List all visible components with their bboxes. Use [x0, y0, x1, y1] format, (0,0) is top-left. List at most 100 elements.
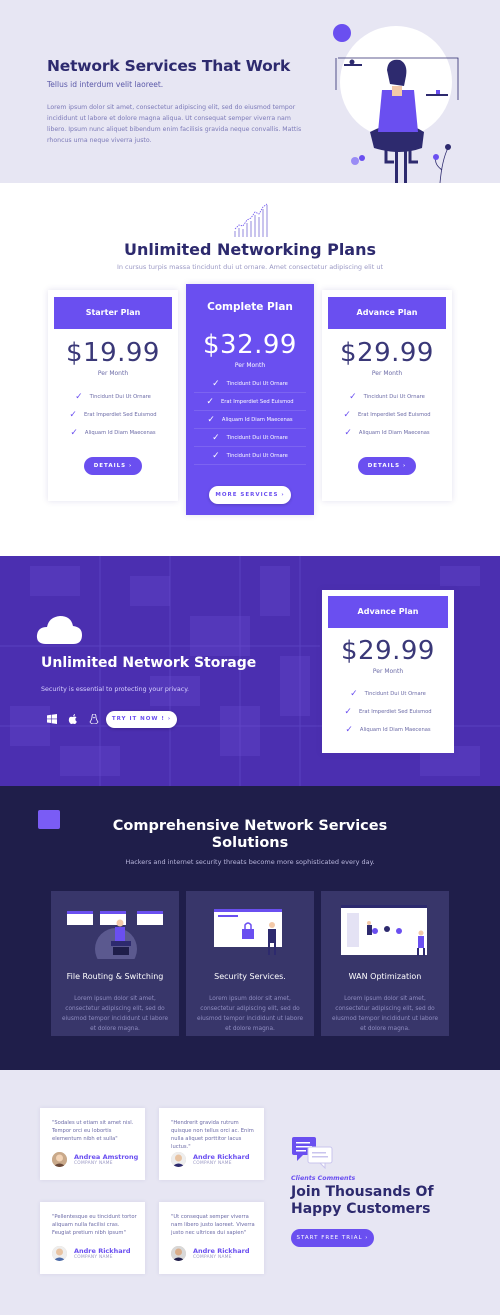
feature-list: ✓ Tincidunt Dui Ut Ornare ✓ Erat Imperdiet… — [48, 388, 178, 442]
chevron-right-icon: › — [365, 1235, 369, 1241]
chat-bubbles-icon — [292, 1137, 333, 1169]
plan-price: $29.99 — [340, 338, 434, 368]
testimonial-card: "Sodales ut etiam sit amet nisl. Tempor … — [40, 1108, 145, 1180]
plan-period: Per Month — [372, 668, 404, 675]
check-icon: ✓ — [212, 432, 220, 443]
check-icon: ✓ — [343, 410, 351, 420]
check-icon: ✓ — [344, 707, 352, 717]
check-icon: ✓ — [212, 450, 220, 461]
plan-price: $29.99 — [341, 636, 435, 666]
testimonial-card: "Pellentesque eu tincidunt tortor aliqua… — [40, 1202, 145, 1274]
plan-name: Complete Plan — [192, 290, 308, 324]
woman-sitting-illustration — [333, 24, 459, 183]
author-company: COMPANY NAME — [74, 1161, 113, 1166]
storage-plan-card: Advance Plan $29.99 Per Month ✓ Tincidunt… — [322, 590, 454, 753]
plan-period: Per Month — [97, 370, 129, 377]
check-icon: ✓ — [349, 392, 357, 402]
chevron-right-icon: › — [281, 492, 285, 498]
testimonial-quote: "Hendrerit gravida rutrum quisque non te… — [171, 1120, 254, 1150]
author-company: COMPANY NAME — [193, 1161, 232, 1166]
plan-price: $19.99 — [66, 338, 160, 368]
check-icon: ✓ — [345, 725, 353, 735]
service-card-security: Security Services. Lorem ipsum dolor sit… — [186, 891, 314, 1036]
service-body: Lorem ipsum dolor sit amet, consectetur … — [331, 996, 439, 1032]
service-title: Security Services. — [214, 972, 286, 981]
feature-item: ✓ Erat Imperdiet Sed Euismod — [194, 393, 306, 411]
security-illustration — [214, 909, 282, 955]
check-icon: ✓ — [70, 428, 78, 438]
chevron-right-icon: › — [403, 463, 407, 469]
feature-item: ✓ Aliquam Id Diam Maecenas — [345, 725, 431, 735]
avatar — [171, 1152, 186, 1167]
feature-item: ✓ Aliquam Id Diam Maecenas — [194, 411, 306, 429]
linux-icon[interactable] — [89, 714, 99, 724]
hero-title: Network Services That Work — [47, 57, 291, 75]
service-body: Lorem ipsum dolor sit amet, consectetur … — [61, 996, 169, 1032]
hero-body: Lorem ipsum dolor sit amet, consectetur … — [47, 104, 302, 144]
feature-item: ✓ Tincidunt Dui Ut Ornare — [350, 689, 426, 699]
check-icon: ✓ — [207, 414, 215, 425]
details-button[interactable]: DETAILS › — [84, 457, 142, 475]
feature-item: ✓ Tincidunt Dui Ut Ornare — [194, 375, 306, 393]
plan-price: $32.99 — [203, 330, 297, 360]
feature-list: ✓ Tincidunt Dui Ut Ornare ✓ Erat Imperdiet… — [194, 375, 306, 465]
feature-list: ✓ Tincidunt Dui Ut Ornare ✓ Erat Imperdiet… — [322, 388, 452, 442]
testimonial-card: "Hendrerit gravida rutrum quisque non te… — [159, 1108, 264, 1180]
apple-icon[interactable] — [68, 714, 78, 724]
check-icon: ✓ — [69, 410, 77, 420]
testimonials-title: Join Thousands Of Happy Customers — [291, 1184, 434, 1217]
details-button[interactable]: DETAILS › — [358, 457, 416, 475]
check-icon: ✓ — [75, 392, 83, 402]
chevron-right-icon: › — [167, 716, 172, 722]
feature-item: ✓ Erat Imperdiet Sed Euismod — [344, 707, 432, 717]
feature-item: ✓ Tincidunt Dui Ut Ornare — [75, 392, 151, 402]
avatar — [52, 1152, 67, 1167]
plan-period: Per Month — [371, 370, 403, 377]
avatar — [171, 1246, 186, 1261]
author-name: Andrea Amstrong — [74, 1153, 139, 1161]
wan-optimization-illustration — [341, 905, 427, 956]
plan-name: Starter Plan — [54, 297, 172, 329]
windows-icon[interactable] — [47, 714, 57, 724]
plan-name: Advance Plan — [328, 596, 448, 628]
plans-title: Unlimited Networking Plans — [123, 240, 377, 259]
testimonial-card: "Ut consequat semper viverra nam libero … — [159, 1202, 264, 1274]
hero-section: Network Services That Work Tellus id int… — [0, 0, 500, 183]
author-name: Andre Rickhard — [193, 1247, 250, 1255]
try-it-now-button[interactable]: TRY IT NOW ! › — [106, 711, 177, 728]
bar-chart-icon — [234, 203, 268, 237]
author-company: COMPANY NAME — [193, 1255, 232, 1260]
author-company: COMPANY NAME — [74, 1255, 113, 1260]
feature-item: ✓ Erat Imperdiet Sed Euismod — [343, 410, 431, 420]
feature-item: ✓ Erat Imperdiet Sed Euismod — [69, 410, 157, 420]
service-title: File Routing & Switching — [66, 972, 164, 981]
check-icon: ✓ — [344, 428, 352, 438]
start-free-trial-button[interactable]: START FREE TRIAL › — [291, 1229, 374, 1247]
avatar — [52, 1246, 67, 1261]
storage-title: Unlimited Network Storage — [41, 655, 257, 671]
check-icon: ✓ — [206, 396, 214, 407]
author-name: Andre Rickhard — [193, 1153, 250, 1161]
services-subtitle: Hackers and internet security threats be… — [125, 858, 375, 866]
testimonial-quote: "Ut consequat semper viverra nam libero … — [171, 1214, 255, 1236]
service-body: Lorem ipsum dolor sit amet, consectetur … — [196, 996, 304, 1032]
feature-list: ✓ Tincidunt Dui Ut Ornare ✓ Erat Imperdiet… — [322, 685, 454, 739]
file-routing-illustration — [67, 911, 163, 959]
storage-subtitle: Security is essential to protecting your… — [41, 686, 190, 693]
feature-item: ✓ Tincidunt Dui Ut Ornare — [194, 429, 306, 447]
testimonial-quote: "Sodales ut etiam sit amet nisl. Tempor … — [52, 1120, 134, 1142]
more-services-button[interactable]: MORE SERVICES › — [209, 486, 291, 504]
cloud-icon — [36, 616, 82, 644]
testimonial-quote: "Pellentesque eu tincidunt tortor aliqua… — [52, 1214, 137, 1236]
feature-item: ✓ Tincidunt Dui Ut Ornare — [194, 447, 306, 465]
service-card-file-routing: File Routing & Switching Lorem ipsum dol… — [51, 891, 179, 1036]
check-icon: ✓ — [350, 689, 358, 699]
starter-plan-card: Starter Plan $19.99 Per Month ✓ Tincidunt… — [48, 290, 178, 501]
feature-item: ✓ Aliquam Id Diam Maecenas — [344, 428, 430, 438]
service-title: WAN Optimization — [348, 972, 422, 981]
advance-plan-card: Advance Plan $29.99 Per Month ✓ Tincidunt… — [322, 290, 452, 501]
plan-name: Advance Plan — [328, 297, 446, 329]
service-card-wan: WAN Optimization Lorem ipsum dolor sit a… — [321, 891, 449, 1036]
check-icon: ✓ — [212, 378, 220, 389]
services-title: Comprehensive Network Services Solutions — [112, 818, 388, 851]
